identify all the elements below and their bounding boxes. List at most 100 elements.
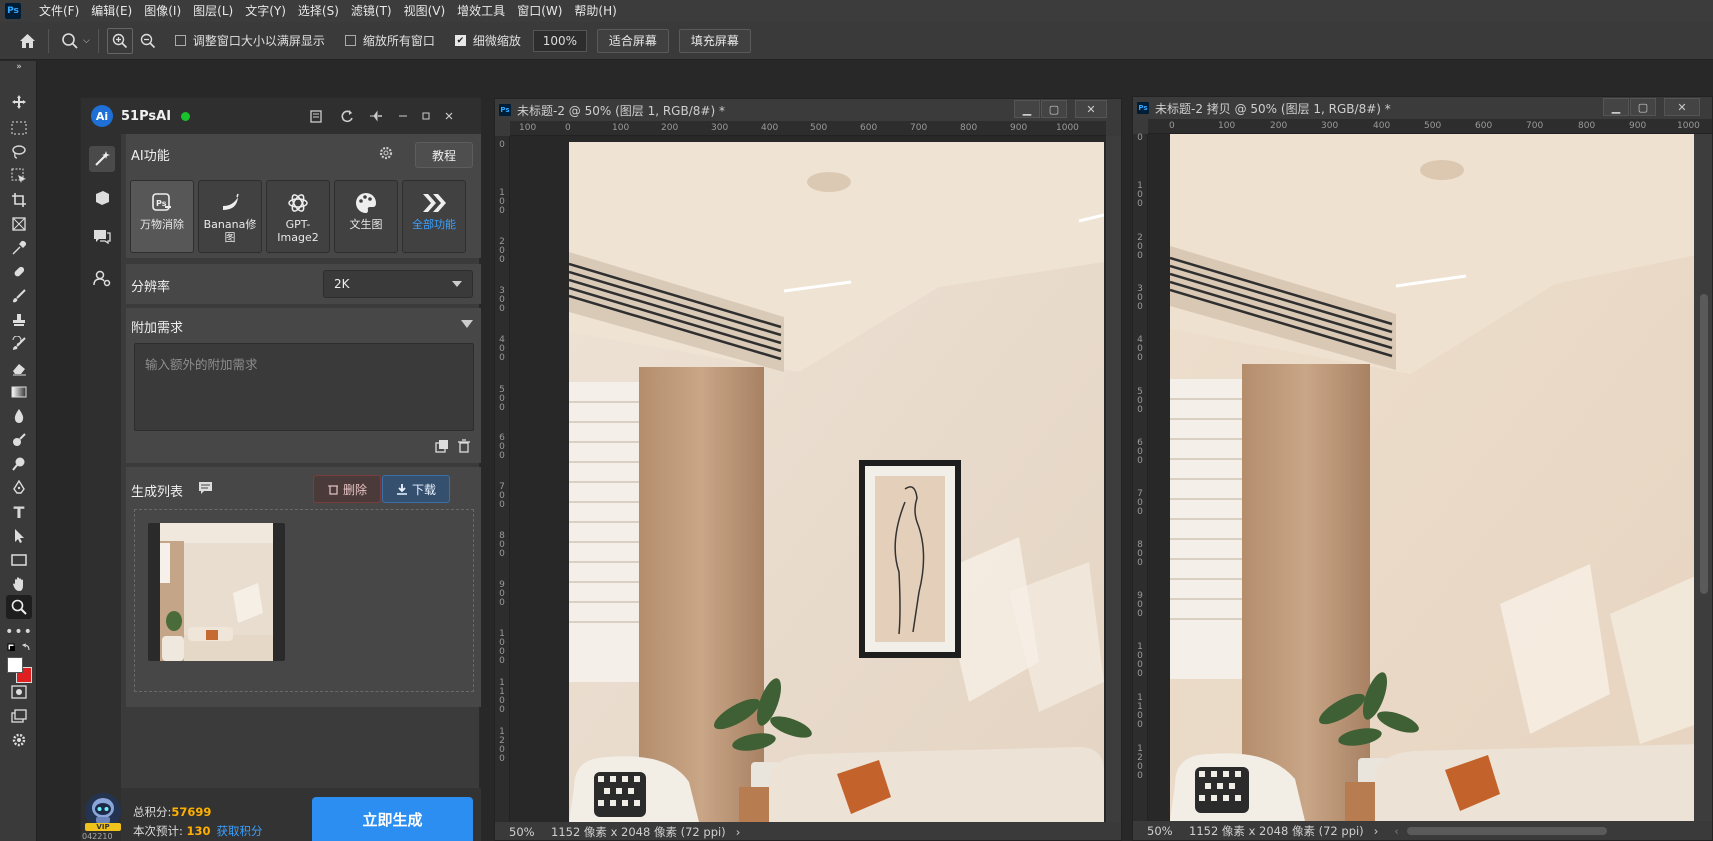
zoom-value-field[interactable]: 100% [532,29,587,52]
minimize-icon[interactable] [393,106,413,126]
doc-minimize-icon[interactable]: ▁ [1014,100,1040,118]
maximize-icon[interactable] [416,106,436,126]
history-brush-tool-icon[interactable] [6,333,32,355]
double-chevron-icon [421,191,447,215]
clear-text-icon[interactable] [457,439,471,453]
history-list-icon[interactable] [198,481,214,495]
home-icon[interactable] [14,28,40,54]
eyedropper-tool-icon[interactable] [6,237,32,259]
path-select-tool-icon[interactable] [6,525,32,547]
extra-requirements-input[interactable]: 输入额外的附加需求 [134,343,474,431]
menu-plugins[interactable]: 增效工具 [451,0,511,22]
doc-close-icon[interactable]: ✕ [1664,98,1700,116]
dodge-tool-icon[interactable] [6,429,32,451]
download-button[interactable]: 下载 [382,475,450,503]
pen-tool-icon[interactable] [6,477,32,499]
feature-banana-retouch[interactable]: Banana修 图 [198,180,262,253]
feature-gpt-image2[interactable]: GPT- Image2 [266,180,330,253]
document-tab-copy[interactable]: Ps 未标题-2 拷贝 @ 50% (图层 1, RGB/8#) * ▁ ▢ ✕ [1133,97,1712,119]
menu-filter[interactable]: 滤镜(T) [345,0,398,22]
brush-tool-icon[interactable] [6,285,32,307]
feature-erase-anything[interactable]: Ps 万物消除 [130,180,194,253]
foreground-color-swatch[interactable] [7,657,23,673]
marquee-tool-icon[interactable] [6,117,32,139]
doc-close-icon[interactable]: ✕ [1075,100,1107,118]
zoom-tool-active-icon[interactable] [6,595,32,619]
blur-tool-icon[interactable] [6,405,32,427]
crop-tool-icon[interactable] [6,189,32,211]
zoom-level[interactable]: 50% [509,825,549,839]
status-chevron-icon[interactable]: › [736,825,741,839]
canvas-image[interactable] [569,142,1104,822]
gear-icon[interactable] [378,145,394,161]
fill-screen-button[interactable]: 填充屏幕 [678,28,751,53]
type-tool-icon[interactable]: T [6,501,32,523]
scroll-left-icon[interactable]: ‹ [1394,824,1399,838]
fit-screen-button[interactable]: 适合屏幕 [596,28,669,53]
generate-now-button[interactable]: 立即生成 [312,797,473,841]
canvas-image-copy[interactable] [1170,134,1712,821]
healing-brush-tool-icon[interactable] [6,261,32,283]
clone-stamp-tool-icon[interactable] [6,309,32,331]
menu-file[interactable]: 文件(F) [33,0,85,22]
tutorial-button[interactable]: 教程 [415,142,473,168]
chevron-down-icon[interactable]: ⌵ [83,36,90,46]
resize-windows-checkbox[interactable]: 调整窗口大小以满屏显示 [174,32,325,49]
quick-mask-icon[interactable] [6,681,32,703]
clear-cache-icon[interactable] [306,106,326,126]
copy-icon[interactable] [435,439,449,453]
feature-all-functions[interactable]: 全部功能 [402,180,466,253]
gradient-tool-icon[interactable] [6,381,32,403]
settings-gear-icon[interactable] [6,729,32,751]
hand-tool-icon[interactable] [6,573,32,595]
vertical-scrollbar[interactable] [1106,136,1121,822]
zoom-tool-icon[interactable] [57,28,83,54]
move-tool-icon[interactable] [6,91,32,113]
doc-minimize-icon[interactable]: ▁ [1603,98,1629,116]
menu-type[interactable]: 文字(Y) [239,0,292,22]
collapse-caret-icon[interactable] [461,320,473,328]
menu-window[interactable]: 窗口(W) [511,0,568,22]
delete-button[interactable]: 删除 [313,475,381,503]
eraser-tool-icon[interactable] [6,357,32,379]
horizontal-scrollbar-thumb[interactable] [1406,827,1607,835]
lasso-tool-icon[interactable] [6,141,32,163]
zoom-out-icon[interactable] [135,28,161,54]
scrollbar-thumb[interactable] [1700,294,1708,594]
menu-layer[interactable]: 图层(L) [187,0,239,22]
doc-maximize-icon[interactable]: ▢ [1630,98,1656,116]
chat-icon[interactable] [89,224,115,250]
search-tool-icon[interactable] [6,453,32,475]
menu-select[interactable]: 选择(S) [292,0,345,22]
menu-image[interactable]: 图像(I) [138,0,187,22]
document-tab[interactable]: Ps 未标题-2 @ 50% (图层 1, RGB/8#) * ▁ ▢ ✕ [495,99,1121,121]
magic-wand-icon[interactable] [89,146,115,172]
zoom-all-windows-checkbox[interactable]: 缩放所有窗口 [344,32,435,49]
doc-maximize-icon[interactable]: ▢ [1041,100,1067,118]
3d-box-icon[interactable] [89,185,115,211]
scrubby-zoom-checkbox[interactable]: ✔ 细微缩放 [454,32,521,49]
screen-mode-icon[interactable] [6,705,32,727]
resolution-select[interactable]: 2K [323,270,473,298]
vertical-scrollbar[interactable] [1694,134,1712,821]
zoom-in-icon[interactable] [106,27,133,54]
status-chevron-icon[interactable]: › [1374,824,1379,838]
feature-text-to-image[interactable]: 文生图 [334,180,398,253]
swap-colors-icon[interactable] [6,641,32,657]
menu-help[interactable]: 帮助(H) [568,0,622,22]
rectangle-tool-icon[interactable] [6,549,32,571]
user-settings-icon[interactable] [89,265,115,291]
menu-edit[interactable]: 编辑(E) [85,0,138,22]
expand-panel-icon[interactable]: » [6,61,32,73]
photoshop-logo-icon[interactable]: Ps [5,3,21,19]
generated-image-thumbnail[interactable] [148,523,285,661]
zoom-level[interactable]: 50% [1147,824,1187,838]
object-select-tool-icon[interactable] [6,165,32,187]
frame-tool-icon[interactable] [6,213,32,235]
get-points-link[interactable]: 获取积分 [217,824,263,838]
refresh-icon[interactable] [337,106,357,126]
menu-view[interactable]: 视图(V) [398,0,452,22]
close-icon[interactable] [439,106,459,126]
more-tools-icon[interactable]: ••• [5,621,32,643]
pin-icon[interactable] [366,106,386,126]
